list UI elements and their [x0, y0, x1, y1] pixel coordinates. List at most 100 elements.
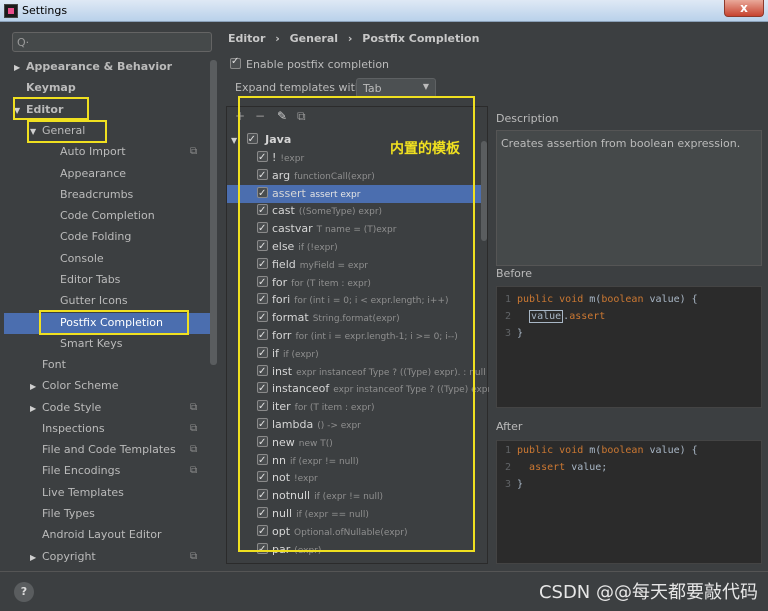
sidebar-item-auto-import[interactable]: Auto Import ⧉ [54, 142, 200, 162]
sidebar-item-file-encodings[interactable]: File Encodings ⧉ [30, 461, 200, 481]
app-icon [4, 4, 18, 18]
enable-postfix-label: Enable postfix completion [246, 58, 390, 71]
expand-templates-value: Tab [363, 82, 382, 95]
code-variable: value [529, 310, 564, 323]
sidebar-item-smart-keys[interactable]: Smart Keys [54, 334, 200, 354]
sidebar-item-copyright[interactable]: ▶ Copyright ⧉ [30, 547, 200, 567]
sidebar-item-label: Code Style [42, 401, 102, 414]
sidebar-item-label: Auto Import [60, 145, 126, 158]
project-scope-icon: ⧉ [190, 465, 198, 476]
keyword: void [559, 294, 584, 305]
before-label: Before [496, 267, 532, 280]
sidebar-item-label: Keymap [26, 81, 76, 94]
sidebar-item-code-style[interactable]: ▶ Code Style ⧉ [30, 398, 200, 418]
sidebar-item-breadcrumbs[interactable]: Breadcrumbs [54, 185, 200, 205]
keyword: boolean [601, 445, 644, 456]
sidebar-item-label: Live Templates [42, 486, 124, 499]
chevron-right-icon[interactable]: ▶ [30, 377, 42, 397]
code-line: 1 public void m(boolean value) { [497, 442, 698, 459]
sidebar-item-label: Smart Keys [60, 337, 123, 350]
code-text: value; [571, 462, 608, 473]
annotation-box-general [27, 120, 107, 143]
title-bar: Settings x [0, 0, 768, 22]
keyword: public [517, 294, 554, 305]
enable-postfix-completion-option[interactable]: Enable postfix completion [230, 56, 390, 71]
chevron-down-icon[interactable]: ▼ [231, 136, 237, 145]
annotation-box-editor [13, 97, 89, 120]
sidebar-item-label: Code Completion [60, 209, 155, 222]
sidebar-item-label: File and Code Templates [42, 443, 176, 456]
line-number: 3 [504, 479, 511, 490]
line-number: 2 [504, 462, 511, 473]
description-text: Creates assertion from boolean expressio… [501, 137, 741, 150]
search-icon: Q· [17, 36, 30, 49]
breadcrumb-editor[interactable]: Editor [228, 32, 265, 45]
sidebar-item-appearance-behavior[interactable]: ▶ Appearance & Behavior [14, 57, 200, 77]
project-scope-icon: ⧉ [190, 146, 198, 157]
help-button[interactable]: ? [14, 582, 34, 602]
sidebar-item-keymap[interactable]: Keymap [14, 78, 200, 98]
before-code-box: 1 public void m(boolean value) { 2 value.… [496, 286, 762, 408]
line-number: 2 [504, 311, 511, 322]
sidebar-item-android-layout-editor[interactable]: Android Layout Editor [30, 525, 200, 545]
sidebar-item-label: Gutter Icons [60, 294, 128, 307]
postfix-keyword: assert [569, 311, 606, 322]
description-label: Description [496, 112, 559, 125]
code-line: 2 value .assert [497, 308, 605, 325]
line-number: 1 [504, 445, 511, 456]
sidebar-item-file-types[interactable]: File Types [30, 504, 200, 524]
sidebar-item-file-and-code-templates[interactable]: File and Code Templates ⧉ [30, 440, 200, 460]
close-button[interactable]: x [724, 0, 764, 17]
sidebar-item-code-completion[interactable]: Code Completion [54, 206, 200, 226]
breadcrumb-separator: › [347, 32, 353, 45]
line-number: 1 [504, 294, 511, 305]
sidebar-item-label: Font [42, 358, 66, 371]
sidebar-item-inspections[interactable]: Inspections ⧉ [30, 419, 200, 439]
sidebar-item-code-folding[interactable]: Code Folding [54, 227, 200, 247]
search-input[interactable]: Q· [12, 32, 212, 52]
project-scope-icon: ⧉ [190, 402, 198, 413]
code-text: } [517, 479, 524, 490]
code-line: 2 assert value; [497, 459, 607, 476]
project-scope-icon: ⧉ [190, 444, 198, 455]
chevron-right-icon[interactable]: ▶ [30, 548, 42, 568]
sidebar-item-label: Code Folding [60, 230, 132, 243]
annotation-text: 内置的模板 [390, 141, 460, 157]
line-number: 3 [504, 328, 511, 339]
sidebar-item-gutter-icons[interactable]: Gutter Icons [54, 291, 200, 311]
expand-templates-select[interactable]: Tab ▼ [356, 78, 436, 98]
sidebar-item-label: Android Layout Editor [42, 528, 162, 541]
sidebar-item-label: File Encodings [42, 464, 121, 477]
breadcrumb-general[interactable]: General [290, 32, 338, 45]
annotation-box-templates [238, 96, 475, 552]
sidebar-item-console[interactable]: Console [54, 249, 200, 269]
breadcrumb: Editor › General › Postfix Completion [228, 32, 485, 45]
watermark: CSDN @@每天都要敲代码 [538, 582, 758, 603]
sidebar-item-label: File Types [42, 507, 95, 520]
sidebar-item-label: Inspections [42, 422, 105, 435]
sidebar-item-label: Color Scheme [42, 379, 119, 392]
code-line: 1 public void m(boolean value) { [497, 291, 698, 308]
sidebar-item-live-templates[interactable]: Live Templates [30, 483, 200, 503]
chevron-right-icon[interactable]: ▶ [30, 399, 42, 419]
sidebar-item-label: Appearance & Behavior [26, 60, 173, 73]
chevron-right-icon[interactable]: ▶ [14, 58, 26, 78]
breadcrumb-postfix-completion: Postfix Completion [362, 32, 480, 45]
sidebar-item-label: Appearance [60, 167, 127, 180]
sidebar-item-appearance[interactable]: Appearance [54, 164, 200, 184]
sidebar-item-color-scheme[interactable]: ▶ Color Scheme [30, 376, 200, 396]
code-text: m( [589, 445, 602, 456]
keyword: public [517, 445, 554, 456]
templates-scrollbar[interactable] [481, 141, 487, 241]
sidebar-item-font[interactable]: Font [30, 355, 200, 375]
sidebar-item-label: Console [60, 252, 104, 265]
enable-postfix-checkbox[interactable] [230, 56, 241, 69]
code-text: value) { [649, 445, 698, 456]
keyword: boolean [601, 294, 644, 305]
keyword: void [559, 445, 584, 456]
keyword: assert [529, 462, 566, 473]
description-box: Creates assertion from boolean expressio… [496, 130, 762, 266]
code-text: } [517, 328, 524, 339]
sidebar-item-editor-tabs[interactable]: Editor Tabs [54, 270, 200, 290]
sidebar-scrollbar[interactable] [210, 60, 217, 365]
